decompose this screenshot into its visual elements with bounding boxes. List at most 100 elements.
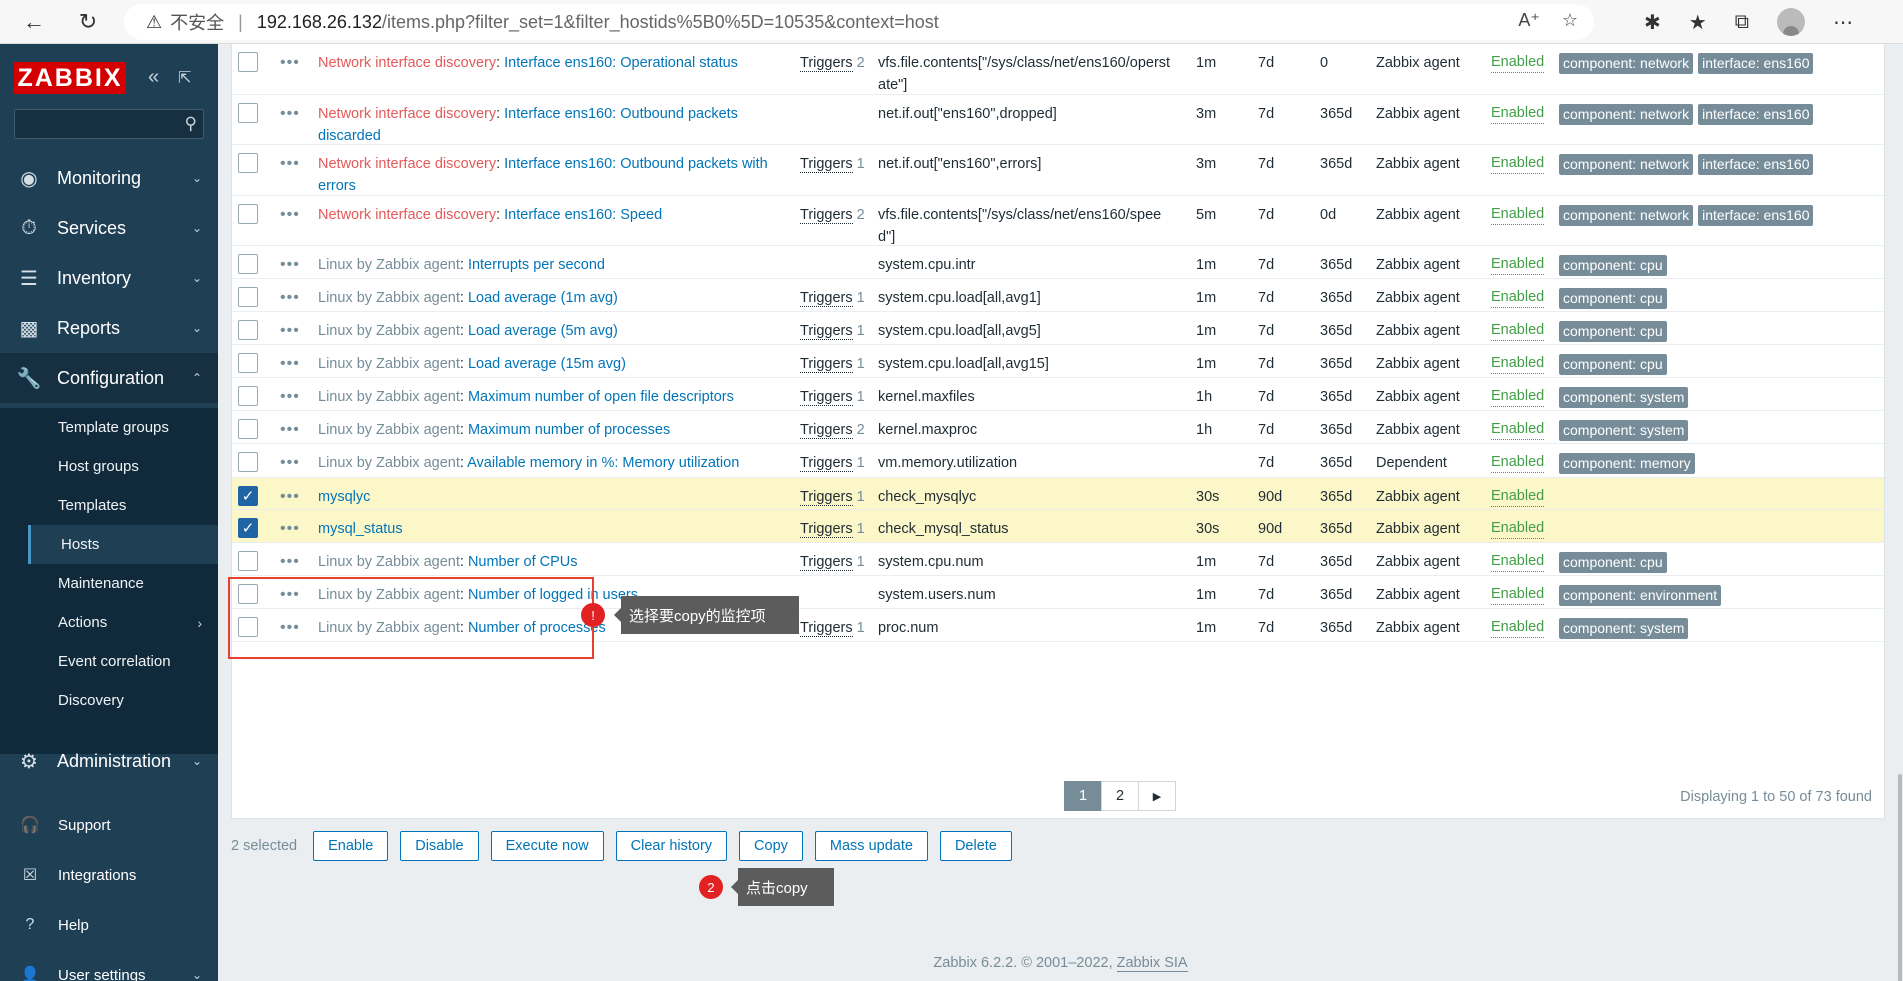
row-actions-menu-icon[interactable]: ••• [280,52,300,74]
tag-badge[interactable]: component: cpu [1559,255,1667,276]
row-checkbox[interactable] [238,551,258,571]
template-link[interactable]: Network interface discovery [318,106,496,123]
template-link[interactable]: Linux by Zabbix agent [318,455,460,472]
triggers-link[interactable]: Triggers [800,521,853,538]
menu-user-settings[interactable]: 👤 User settings ⌄ [0,950,218,981]
submenu-event-correlation[interactable]: Event correlation [28,642,218,681]
tag-badge[interactable]: component: environment [1559,585,1722,606]
status-toggle[interactable]: Enabled [1491,518,1545,539]
clear-history-button[interactable]: Clear history [615,831,728,861]
triggers-link[interactable]: Triggers [800,620,853,637]
menu-integrations[interactable]: ☒ Integrations [0,850,218,900]
triggers-link[interactable]: Triggers [800,290,853,307]
search-icon[interactable]: ⚲ [185,114,197,134]
item-name-suffix[interactable]: : Memory utilization [614,455,739,471]
tag-badge[interactable]: component: network [1559,205,1694,226]
row-actions-menu-icon[interactable]: ••• [280,103,300,125]
template-link[interactable]: Linux by Zabbix agent [318,323,460,340]
status-toggle[interactable]: Enabled [1491,584,1545,605]
triggers-link[interactable]: Triggers [800,489,853,506]
submenu-hosts[interactable]: Hosts [28,525,218,564]
status-toggle[interactable]: Enabled [1491,486,1545,507]
item-name-link[interactable]: Load average (15m avg) [468,356,626,372]
row-checkbox[interactable]: ✓ [238,518,258,538]
submenu-templates[interactable]: Templates [28,486,218,525]
item-name-link-cont[interactable]: discarded [318,128,381,144]
status-toggle[interactable]: Enabled [1491,287,1545,308]
status-toggle[interactable]: Enabled [1491,452,1545,473]
status-toggle[interactable]: Enabled [1491,153,1545,174]
triggers-link[interactable]: Triggers [800,422,853,439]
disable-button[interactable]: Disable [400,831,479,861]
triggers-link[interactable]: Triggers [800,55,853,72]
read-aloud-icon[interactable]: A⁺ [1518,10,1540,31]
favorite-add-icon[interactable]: ☆ [1562,10,1578,31]
kiosk-mode-icon[interactable]: ⇱ [178,68,191,88]
status-toggle[interactable]: Enabled [1491,419,1545,440]
page-2-button[interactable]: 2 [1101,781,1139,811]
menu-help[interactable]: ? Help [0,900,218,950]
triggers-link[interactable]: Triggers [800,554,853,571]
row-checkbox[interactable] [238,386,258,406]
tag-badge[interactable]: component: system [1559,618,1689,639]
menu-services[interactable]: ⏱ Services ⌄ [0,203,218,253]
row-checkbox[interactable] [238,419,258,439]
tag-badge[interactable]: interface: ens160 [1698,154,1814,175]
item-name-link[interactable]: Interface ens160: Operational status [504,55,738,71]
tag-badge[interactable]: component: cpu [1559,321,1667,342]
row-actions-menu-icon[interactable]: ••• [280,353,300,375]
tag-badge[interactable]: interface: ens160 [1698,53,1814,74]
submenu-discovery[interactable]: Discovery [28,681,218,720]
delete-button[interactable]: Delete [939,831,1012,861]
execute-now-button[interactable]: Execute now [490,831,604,861]
row-checkbox[interactable] [238,204,258,224]
more-icon[interactable]: ⋯ [1833,10,1853,35]
template-link[interactable]: Network interface discovery [318,156,496,173]
status-toggle[interactable]: Enabled [1491,254,1545,275]
zabbix-logo[interactable]: ZABBIX [14,62,126,94]
triggers-link[interactable]: Triggers [800,156,853,173]
status-toggle[interactable]: Enabled [1491,551,1545,572]
row-actions-menu-icon[interactable]: ••• [280,452,300,474]
profile-avatar[interactable] [1777,8,1805,36]
address-bar[interactable]: ⚠ 不安全 | 192.168.26.132/items.php?filter_… [124,4,1594,40]
reload-icon[interactable]: ↻ [68,2,108,42]
item-name-link[interactable]: Load average (1m avg) [468,290,618,306]
tag-badge[interactable]: component: system [1559,420,1689,441]
extensions-icon[interactable]: ✱ [1644,10,1661,35]
row-checkbox[interactable] [238,452,258,472]
submenu-maintenance[interactable]: Maintenance [28,564,218,603]
footer-link[interactable]: Zabbix SIA [1116,955,1188,972]
row-checkbox[interactable] [238,287,258,307]
item-name-link[interactable]: Interface ens160: Speed [504,207,662,223]
tag-badge[interactable]: component: network [1559,104,1694,125]
sidebar-search-input[interactable]: ⚲ [14,109,204,139]
tag-badge[interactable]: component: network [1559,53,1694,74]
status-toggle[interactable]: Enabled [1491,617,1545,638]
item-name-link[interactable]: Maximum number of open file descriptors [468,389,734,405]
row-actions-menu-icon[interactable]: ••• [280,551,300,573]
status-toggle[interactable]: Enabled [1491,52,1545,73]
scrollbar[interactable] [1897,44,1903,981]
submenu-host-groups[interactable]: Host groups [28,447,218,486]
menu-monitoring[interactable]: ◉ Monitoring ⌄ [0,153,218,203]
row-checkbox[interactable] [238,353,258,373]
collections-icon[interactable]: ⧉ [1735,11,1749,34]
scrollbar-thumb[interactable] [1898,774,1902,981]
row-actions-menu-icon[interactable]: ••• [280,204,300,226]
tag-badge[interactable]: interface: ens160 [1698,104,1814,125]
page-1-button[interactable]: 1 [1064,781,1102,811]
item-name-link[interactable]: mysqlyc [318,489,370,505]
row-checkbox[interactable] [238,254,258,274]
status-toggle[interactable]: Enabled [1491,386,1545,407]
submenu-template-groups[interactable]: Template groups [28,408,218,447]
back-icon[interactable]: ← [14,2,54,42]
template-link[interactable]: Linux by Zabbix agent [318,422,460,439]
row-checkbox[interactable] [238,103,258,123]
template-link[interactable]: Linux by Zabbix agent [318,356,460,373]
item-name-link[interactable]: mysql_status [318,521,403,537]
item-name-link[interactable]: Interface ens160: Outbound packets with [504,156,768,172]
triggers-link[interactable]: Triggers [800,356,853,373]
row-checkbox[interactable]: ✓ [238,486,258,506]
template-link[interactable]: Network interface discovery [318,55,496,72]
